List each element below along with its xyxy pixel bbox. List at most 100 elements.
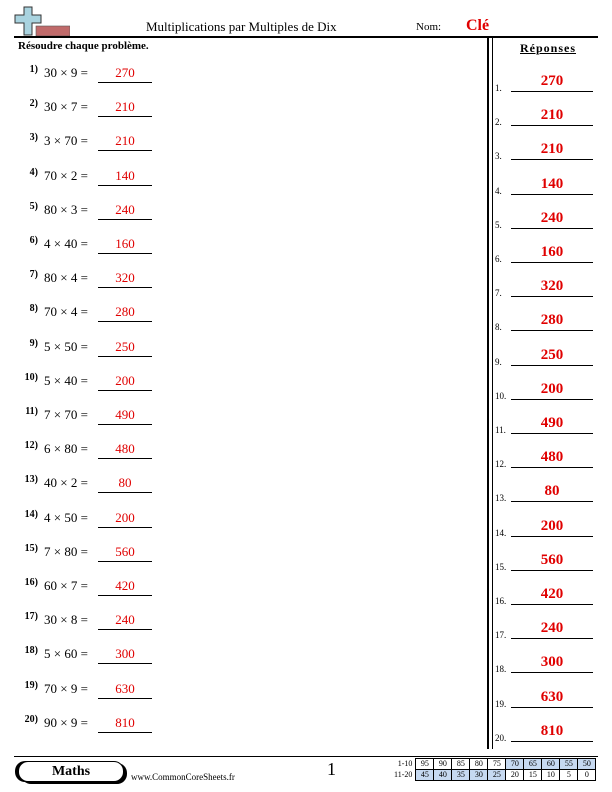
answer-blank[interactable]: 270	[98, 65, 152, 83]
answer-key-value[interactable]: 140	[511, 176, 593, 195]
answer-blank[interactable]: 140	[98, 168, 152, 186]
answer-blank[interactable]: 320	[98, 270, 152, 289]
score-cell: 95	[415, 758, 435, 770]
answer-blank[interactable]: 490	[98, 407, 152, 425]
answer-key-value[interactable]: 200	[511, 381, 593, 400]
score-cell: 85	[451, 758, 471, 770]
score-cell: 45	[415, 769, 435, 781]
problem-expression: 40 × 2 =	[44, 475, 88, 491]
answer-key-value[interactable]: 280	[511, 312, 593, 332]
answer-blank[interactable]: 250	[98, 339, 152, 357]
answer-key-number: 1.	[495, 83, 502, 93]
answer-blank[interactable]: 240	[98, 612, 152, 631]
score-cell: 10	[541, 769, 561, 781]
answer-key-value[interactable]: 630	[511, 689, 593, 708]
problem-number: 1)	[29, 64, 38, 75]
answer-blank[interactable]: 210	[98, 99, 152, 118]
answer-key-value[interactable]: 810	[511, 723, 593, 742]
answer-blank[interactable]: 630	[98, 681, 152, 699]
problem-number: 15)	[24, 542, 38, 554]
answer-key-number: 16.	[495, 596, 507, 606]
problem-expression: 30 × 7 =	[44, 99, 88, 115]
answer-blank[interactable]: 160	[98, 236, 152, 254]
problem-number: 10)	[24, 371, 38, 383]
problem-number: 11)	[25, 406, 38, 417]
answer-key-number: 13.	[495, 493, 507, 504]
column-divider	[487, 37, 493, 749]
answer-key-number: 7.	[495, 288, 502, 299]
answer-blank[interactable]: 210	[98, 133, 152, 152]
problem-expression: 4 × 50 =	[44, 509, 88, 525]
answer-blank[interactable]: 480	[98, 441, 152, 460]
problem-expression: 4 × 40 =	[44, 236, 88, 251]
problem-expression: 7 × 70 =	[44, 407, 88, 422]
answer-blank[interactable]: 810	[98, 715, 152, 733]
score-cell: 75	[487, 758, 507, 770]
answer-key-value[interactable]: 480	[511, 449, 593, 469]
score-cell: 5	[559, 769, 579, 781]
answer-key-value[interactable]: 240	[511, 210, 593, 229]
answer-key-number: 15.	[495, 561, 507, 572]
answer-key-value[interactable]: 560	[511, 552, 593, 571]
answer-key-value[interactable]: 160	[511, 244, 593, 263]
score-row: 11-20 45 40 35 30 25 20 15 10 5 0	[392, 769, 597, 781]
score-cell: 90	[433, 758, 453, 770]
answer-blank[interactable]: 80	[98, 475, 152, 494]
answer-key-value[interactable]: 80	[511, 483, 593, 503]
page-number: 1	[327, 759, 336, 779]
problem-number: 19)	[24, 679, 38, 691]
problem-number: 18)	[24, 645, 38, 657]
answer-key-value[interactable]: 270	[511, 73, 593, 92]
answer-key-value[interactable]: 210	[511, 107, 593, 127]
answer-blank[interactable]: 200	[98, 510, 152, 528]
answer-key-number: 6.	[495, 254, 502, 264]
score-cell: 30	[469, 769, 489, 781]
score-cell: 20	[505, 769, 525, 781]
answer-key-value[interactable]: 210	[511, 141, 593, 161]
answer-key-number: 14.	[495, 527, 507, 538]
footer-rule	[14, 756, 598, 757]
answer-key-number: 4.	[495, 185, 502, 196]
answer-key-value[interactable]: 200	[511, 518, 593, 537]
problem-number: 8)	[29, 303, 38, 315]
answer-blank[interactable]: 560	[98, 544, 152, 562]
score-cell: 60	[541, 758, 561, 770]
problem-number: 2)	[29, 98, 38, 110]
score-table: 1-10 95 90 85 80 75 70 65 60 55 50 11-20 45 40 35 30 25 2…	[392, 758, 597, 781]
problem-number: 12)	[24, 440, 38, 452]
problem-expression: 30 × 9 =	[44, 65, 88, 80]
problem-expression: 80 × 3 =	[44, 201, 88, 217]
problem-expression: 5 × 50 =	[44, 338, 88, 354]
problem-expression: 90 × 9 =	[44, 714, 88, 730]
problem-expression: 60 × 7 =	[44, 578, 88, 593]
header-rule	[14, 36, 598, 38]
problem-expression: 80 × 4 =	[44, 270, 88, 286]
score-cell: 25	[487, 769, 507, 781]
answer-key-number: 20.	[495, 732, 507, 743]
answer-key-value[interactable]: 250	[511, 347, 593, 366]
answer-key-value[interactable]: 320	[511, 278, 593, 298]
problem-number: 3)	[29, 132, 38, 144]
problem-expression: 3 × 70 =	[44, 133, 88, 149]
answer-key-value[interactable]: 240	[511, 620, 593, 640]
answer-blank[interactable]: 200	[98, 373, 152, 391]
answer-key-number: 9.	[495, 356, 502, 367]
score-cell: 80	[469, 758, 489, 770]
answer-key-value[interactable]: 490	[511, 415, 593, 434]
answer-key-number: 11.	[495, 425, 506, 435]
problem-number: 17)	[24, 611, 38, 623]
answer-blank[interactable]: 240	[98, 202, 152, 220]
answer-key-number: 12.	[495, 459, 507, 470]
problem-number: 5)	[29, 200, 38, 212]
problem-expression: 5 × 40 =	[44, 372, 88, 388]
problem-expression: 70 × 4 =	[44, 304, 88, 320]
problem-expression: 70 × 9 =	[44, 680, 88, 696]
answer-key-title: Réponses	[520, 41, 577, 55]
answer-key-value[interactable]: 420	[511, 586, 593, 605]
problem-number: 20)	[24, 713, 38, 725]
answer-blank[interactable]: 420	[98, 578, 152, 596]
answer-blank[interactable]: 280	[98, 304, 152, 323]
answer-blank[interactable]: 300	[98, 646, 152, 665]
site-url[interactable]: www.CommonCoreSheets.fr	[131, 772, 235, 782]
answer-key-value[interactable]: 300	[511, 654, 593, 674]
